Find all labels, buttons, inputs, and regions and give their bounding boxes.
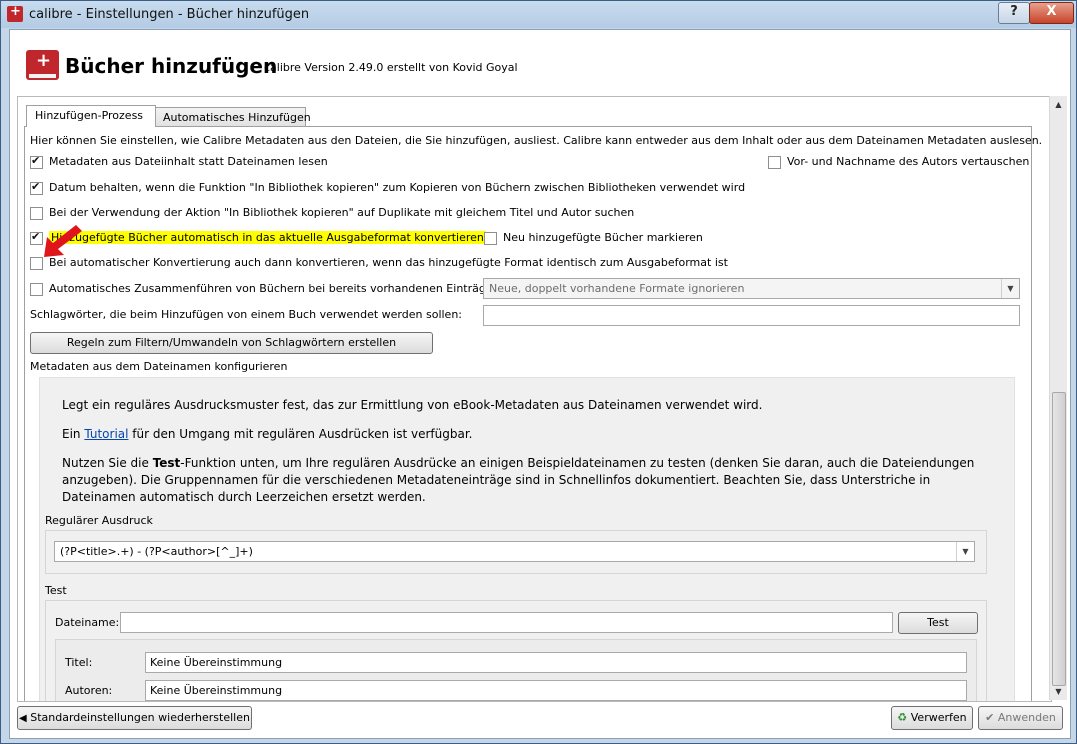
test-button[interactable]: Test bbox=[898, 612, 978, 634]
option-read-from-content-label: Metadaten aus Dateiinhalt statt Dateinam… bbox=[49, 155, 328, 168]
apply-button[interactable]: ✔ Anwenden bbox=[978, 706, 1063, 730]
regex-help-line2-post: für den Umgang mit regulären Ausdrücken … bbox=[128, 427, 473, 441]
regex-help-line2: Ein Tutorial für den Umgang mit reguläre… bbox=[62, 426, 1002, 443]
intro-text: Hier können Sie einstellen, wie Calibre … bbox=[30, 134, 1043, 147]
backspace-icon: ◀ bbox=[19, 713, 27, 724]
option-auto-merge-label: Automatisches Zusammenführen von Büchern… bbox=[49, 282, 504, 295]
title-result-value: Keine Übereinstimmung bbox=[150, 656, 283, 669]
tags-label: Schlagwörter, die beim Hinzufügen von ei… bbox=[30, 308, 462, 321]
test-group: Dateiname: Test Titel: Keine Übereinstim… bbox=[45, 600, 987, 701]
option-mark-new-checkbox[interactable] bbox=[484, 232, 497, 245]
test-results: Titel: Keine Übereinstimmung Autoren: Ke… bbox=[55, 639, 977, 701]
page-title: Bücher hinzufügen bbox=[65, 54, 278, 78]
scroll-thumb[interactable] bbox=[1052, 392, 1066, 686]
tab-auto-adding[interactable]: Automatisches Hinzufügen bbox=[154, 107, 311, 127]
restore-defaults-button[interactable]: ◀ Standardeinstellungen wiederherstellen bbox=[17, 706, 252, 730]
regex-help-line3-post: -Funktion unten, um Ihre regulären Ausdr… bbox=[62, 456, 975, 504]
option-preserve-date-label: Datum behalten, wenn die Funktion "In Bi… bbox=[49, 181, 746, 194]
regex-help-line2-pre: Ein bbox=[62, 427, 85, 441]
regex-help-line1: Legt ein reguläres Ausdrucksmuster fest,… bbox=[62, 398, 763, 412]
tags-input[interactable] bbox=[483, 305, 1020, 326]
chevron-down-icon: ▼ bbox=[956, 542, 974, 561]
filename-metadata-area: Legt ein reguläres Ausdrucksmuster fest,… bbox=[39, 377, 1015, 701]
recycle-icon: ♻ bbox=[897, 711, 908, 724]
option-auto-convert-label: Hinzugefügte Bücher automatisch in das a… bbox=[49, 231, 486, 244]
annotation-arrow-icon bbox=[44, 225, 82, 257]
discard-button[interactable]: ♻ Verwerfen bbox=[891, 706, 973, 730]
scroll-down-icon[interactable]: ▼ bbox=[1050, 683, 1067, 700]
option-check-duplicates-label: Bei der Verwendung der Aktion "In Biblio… bbox=[49, 206, 635, 219]
help-button[interactable]: ? bbox=[998, 2, 1030, 24]
settings-window: calibre - Einstellungen - Bücher hinzufü… bbox=[0, 0, 1077, 744]
regex-select[interactable]: (?P<title>.+) - (?P<author>[^_]+) ▼ bbox=[54, 541, 975, 562]
apply-label: Anwenden bbox=[997, 711, 1056, 724]
test-label: Test bbox=[45, 584, 67, 597]
regex-help-line3: Nutzen Sie die Test-Funktion unten, um I… bbox=[62, 455, 1002, 506]
regex-group: (?P<title>.+) - (?P<author>[^_]+) ▼ bbox=[45, 530, 987, 574]
dialog-client-area: + Bücher hinzufügen calibre Version 2.49… bbox=[9, 29, 1071, 739]
chevron-down-icon: ▼ bbox=[1001, 279, 1019, 298]
option-auto-merge-checkbox[interactable] bbox=[30, 283, 43, 296]
option-convert-same-format-label: Bei automatischer Konvertierung auch dan… bbox=[49, 256, 728, 269]
option-read-from-content-checkbox[interactable] bbox=[30, 154, 43, 169]
vertical-scrollbar[interactable]: ▲ ▼ bbox=[1049, 96, 1067, 700]
authors-result-value: Keine Übereinstimmung bbox=[150, 684, 283, 697]
authors-result-label: Autoren: bbox=[65, 684, 113, 697]
tutorial-link[interactable]: Tutorial bbox=[84, 427, 128, 441]
regex-help-line3-bold: Test bbox=[152, 456, 181, 470]
title-result-label: Titel: bbox=[65, 656, 93, 669]
discard-label: Verwerfen bbox=[910, 711, 967, 724]
merge-mode-value: Neue, doppelt vorhandene Formate ignorie… bbox=[489, 282, 745, 295]
add-books-icon: + bbox=[26, 50, 59, 80]
option-mark-new-label: Neu hinzugefügte Bücher markieren bbox=[503, 231, 703, 244]
window-title: calibre - Einstellungen - Bücher hinzufü… bbox=[29, 7, 310, 22]
regex-help-line3-pre: Nutzen Sie die bbox=[62, 456, 153, 470]
filename-label: Dateiname: bbox=[55, 616, 120, 629]
merge-mode-select[interactable]: Neue, doppelt vorhandene Formate ignorie… bbox=[483, 278, 1020, 299]
option-check-duplicates-checkbox[interactable] bbox=[30, 207, 43, 220]
calibre-app-icon bbox=[7, 4, 23, 22]
regex-label: Regulärer Ausdruck bbox=[45, 514, 153, 527]
scroll-up-icon[interactable]: ▲ bbox=[1050, 96, 1067, 113]
title-bar[interactable]: calibre - Einstellungen - Bücher hinzufü… bbox=[1, 1, 1076, 28]
close-button[interactable]: X bbox=[1029, 2, 1074, 24]
tab-content: Hier können Sie einstellen, wie Calibre … bbox=[24, 126, 1042, 701]
option-swap-author-checkbox[interactable] bbox=[768, 156, 781, 169]
version-info: calibre Version 2.49.0 erstellt von Kovi… bbox=[264, 61, 518, 74]
option-swap-author-label: Vor- und Nachname des Autors vertauschen bbox=[787, 155, 1030, 168]
authors-result-field: Keine Übereinstimmung bbox=[145, 680, 967, 701]
tag-rules-button[interactable]: Regeln zum Filtern/Umwandeln von Schlagw… bbox=[30, 332, 433, 354]
restore-defaults-label: Standardeinstellungen wiederherstellen bbox=[30, 711, 250, 724]
option-preserve-date-checkbox[interactable] bbox=[30, 180, 43, 195]
title-result-field: Keine Übereinstimmung bbox=[145, 652, 967, 673]
settings-panel: Hinzufügen-Prozess Automatisches Hinzufü… bbox=[17, 96, 1052, 702]
tab-adding-process[interactable]: Hinzufügen-Prozess bbox=[26, 105, 156, 127]
checkmark-icon: ✔ bbox=[985, 711, 995, 724]
filename-section-label: Metadaten aus dem Dateinamen konfigurier… bbox=[30, 360, 288, 373]
regex-value: (?P<title>.+) - (?P<author>[^_]+) bbox=[60, 545, 253, 558]
filename-input[interactable] bbox=[120, 612, 893, 633]
